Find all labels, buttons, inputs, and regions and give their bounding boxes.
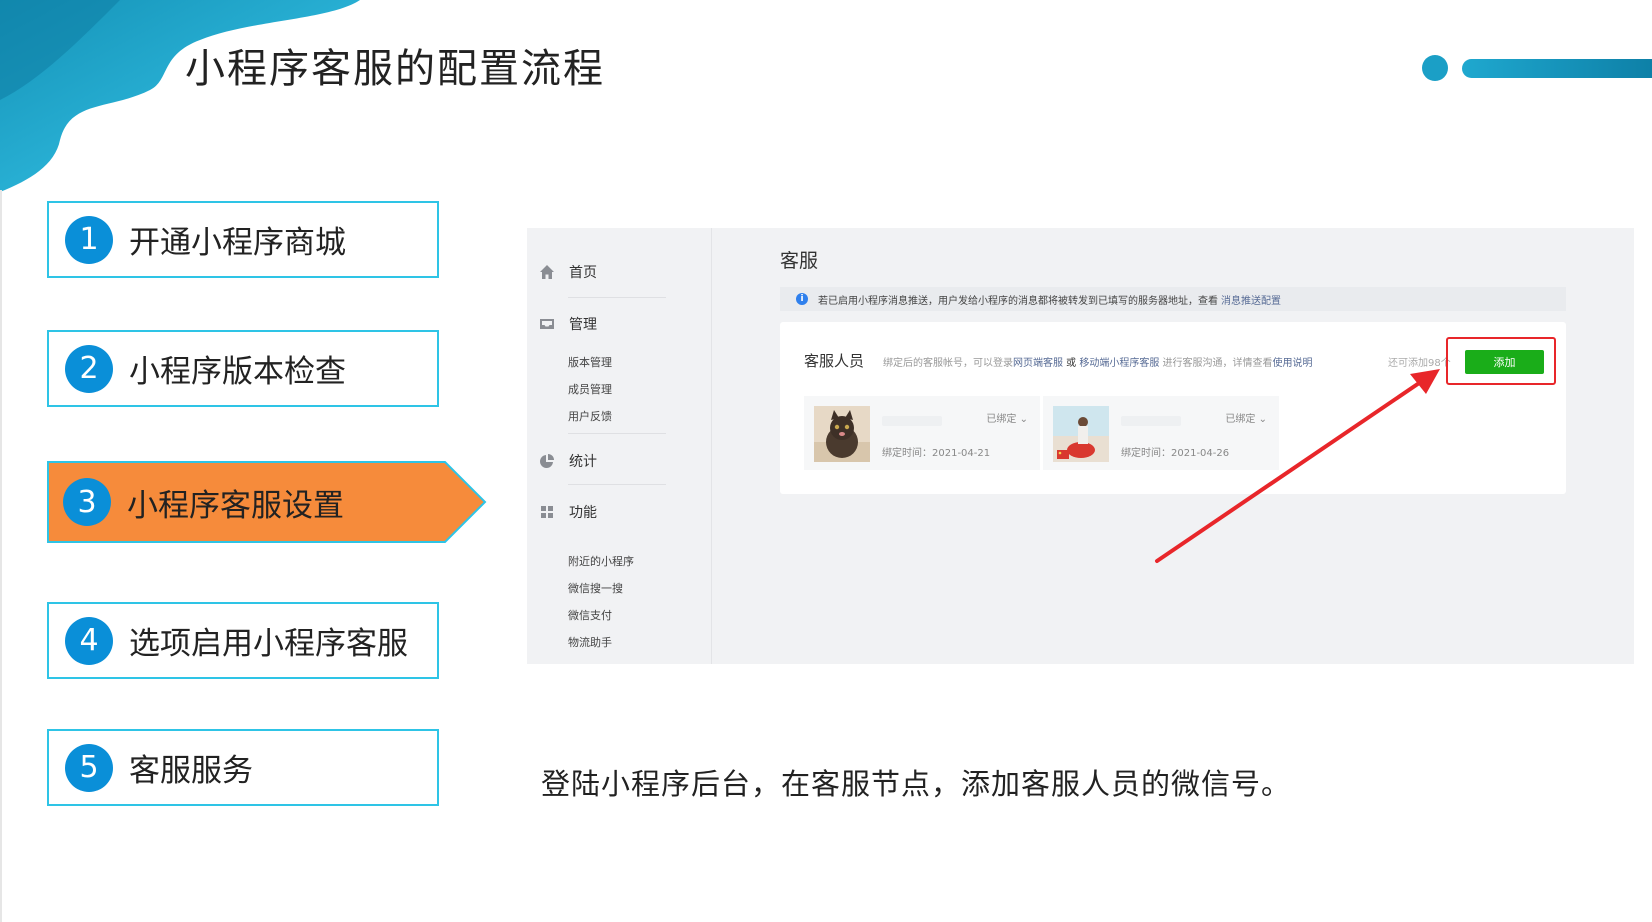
staff-name-blurred: [882, 416, 942, 426]
web-service-link[interactable]: 网页端客服: [1013, 358, 1063, 369]
left-rule: [0, 190, 2, 922]
desc-or: 或: [1063, 358, 1080, 369]
staff-entry: 已绑定 ⌄ 绑定时间：2021-04-21: [804, 396, 1040, 470]
notice-text: 若已启用小程序消息推送，用户发给小程序的消息都将被转发到已填写的服务器地址，查看: [818, 295, 1218, 307]
step-number: 4: [65, 616, 113, 665]
decorative-wave: [0, 0, 360, 192]
chevron-down-icon: ⌄: [1019, 414, 1028, 425]
staff-status-label: 已绑定: [986, 414, 1017, 425]
step-label: 开通小程序商城: [129, 225, 346, 261]
add-button-highlight: [1446, 337, 1556, 385]
nav-item-version[interactable]: 版本管理: [568, 354, 612, 370]
photo-avatar-image: [1053, 406, 1109, 462]
step-label: 客服服务: [129, 753, 253, 789]
staff-status-dropdown[interactable]: 已绑定 ⌄: [986, 410, 1028, 425]
pie-chart-icon: [540, 454, 554, 468]
step-label: 选项启用小程序客服: [129, 626, 408, 662]
step-4[interactable]: 4 选项启用小程序客服: [47, 602, 439, 679]
grid-icon: [541, 506, 553, 518]
step-label: 小程序客服设置: [127, 487, 344, 524]
nav-item-pay[interactable]: 微信支付: [568, 607, 612, 623]
admin-sidebar: 首页 管理 版本管理 成员管理 用户反馈 统计 功能 附近的小程序 微信搜一搜 …: [527, 228, 712, 664]
step-number: 3: [63, 478, 111, 526]
step-number: 1: [65, 215, 113, 264]
avatar: [814, 406, 870, 462]
nav-manage-label: 管理: [569, 317, 597, 333]
step-3-active[interactable]: 3 小程序客服设置: [47, 461, 487, 543]
cat-avatar-image: [814, 406, 870, 462]
nav-divider: [568, 297, 666, 298]
step-number: 2: [65, 344, 113, 393]
notice-bar: i 若已启用小程序消息推送，用户发给小程序的消息都将被转发到已填写的服务器地址，…: [780, 287, 1566, 311]
nav-item-logistics[interactable]: 物流助手: [568, 634, 612, 650]
admin-page-heading: 客服: [780, 250, 819, 272]
nav-item-members[interactable]: 成员管理: [568, 381, 612, 397]
nav-item-nearby[interactable]: 附近的小程序: [568, 553, 634, 569]
nav-stats-label: 统计: [569, 454, 597, 470]
notice-link[interactable]: 消息推送配置: [1221, 292, 1281, 307]
decorative-bar: [1422, 55, 1652, 81]
nav-item-search[interactable]: 微信搜一搜: [568, 580, 623, 596]
home-icon: [540, 265, 554, 279]
nav-home-label: 首页: [569, 265, 597, 281]
slide-title: 小程序客服的配置流程: [185, 46, 605, 92]
desc-text: 绑定后的客服帐号，可以登录: [883, 358, 1013, 369]
nav-stats[interactable]: 统计: [539, 451, 597, 471]
nav-item-feedback[interactable]: 用户反馈: [568, 408, 612, 424]
step-5[interactable]: 5 客服服务: [47, 729, 439, 806]
step-number: 5: [65, 743, 113, 792]
avatar: [1053, 406, 1109, 462]
step-1[interactable]: 1 开通小程序商城: [47, 201, 439, 278]
step-2[interactable]: 2 小程序版本检查: [47, 330, 439, 407]
inbox-icon: [540, 319, 554, 329]
red-pointer-arrow: [1155, 369, 1440, 563]
nav-functions-label: 功能: [569, 505, 597, 521]
nav-divider: [568, 433, 666, 434]
info-icon: i: [796, 293, 808, 305]
staff-bind-time: 绑定时间：2021-04-21: [882, 448, 991, 459]
nav-manage[interactable]: 管理: [539, 314, 597, 334]
staff-card-title: 客服人员: [804, 352, 865, 370]
admin-screenshot: 首页 管理 版本管理 成员管理 用户反馈 统计 功能 附近的小程序 微信搜一搜 …: [527, 228, 1634, 664]
slide-caption: 登陆小程序后台，在客服节点，添加客服人员的微信号。: [541, 767, 1292, 801]
step-label: 小程序版本检查: [129, 354, 346, 390]
nav-functions[interactable]: 功能: [539, 502, 597, 522]
nav-divider: [568, 484, 666, 485]
nav-home[interactable]: 首页: [539, 262, 597, 282]
